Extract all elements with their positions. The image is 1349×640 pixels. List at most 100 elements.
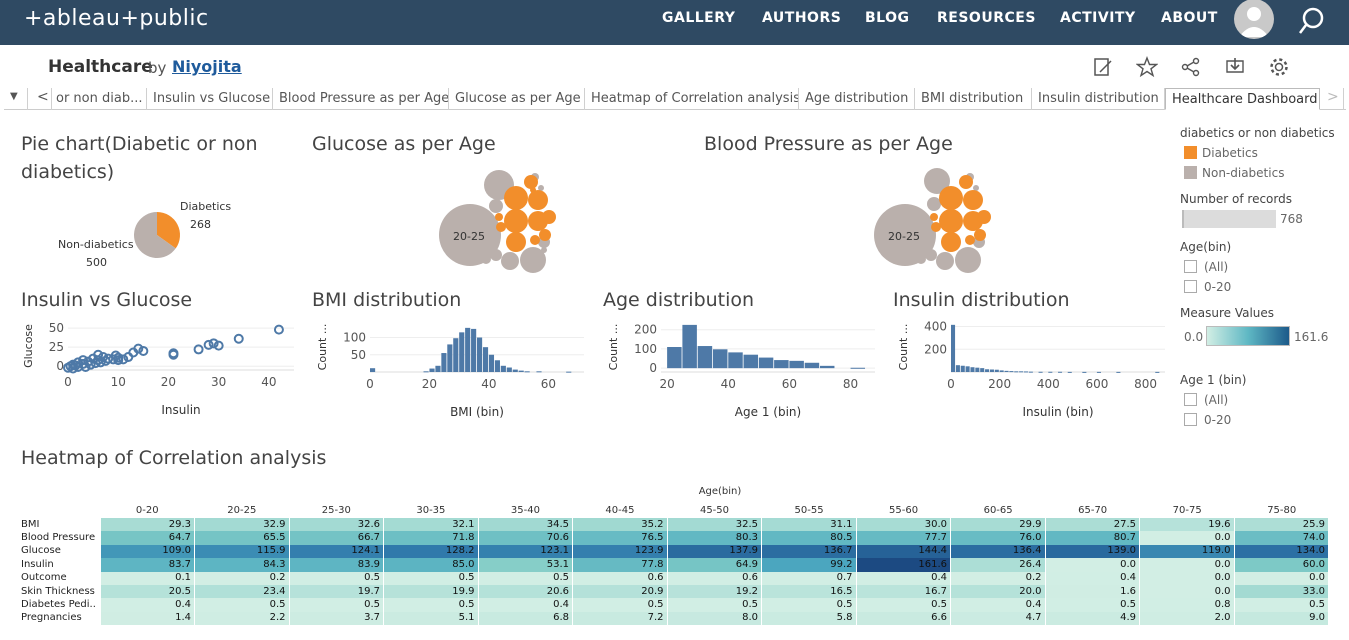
heatmap-cell[interactable]: 84.3 — [194, 558, 290, 572]
bubble[interactable] — [931, 222, 941, 232]
heatmap-cell[interactable]: 53.1 — [478, 558, 573, 572]
heatmap-cell[interactable]: 0.4 — [950, 598, 1046, 612]
agebin-all-checkbox[interactable] — [1184, 260, 1197, 273]
bubble[interactable] — [916, 254, 926, 264]
bubble[interactable] — [504, 186, 528, 210]
tab-menu-button[interactable]: ▼ — [4, 88, 28, 110]
heatmap-cell[interactable]: 1.6 — [1045, 584, 1140, 599]
tab-insulin-vs-glucose[interactable]: Insulin vs Glucose — [147, 88, 273, 110]
heatmap-cell[interactable]: 20.5 — [100, 584, 195, 599]
heatmap-cell[interactable]: 19.6 — [1139, 518, 1235, 532]
bubble[interactable] — [539, 229, 551, 241]
correlation-heatmap[interactable]: BMI 29.3 32.9 32.6 32.1 34.5 35.2 32.5 31.1 30.0 2… — [18, 518, 1329, 626]
heatmap-cell[interactable]: 27.5 — [1045, 518, 1140, 532]
tab-insulin-distribution[interactable]: Insulin distribution — [1032, 88, 1165, 110]
heatmap-cell[interactable]: 6.6 — [856, 611, 951, 626]
bubble[interactable] — [955, 247, 981, 273]
age1-all-checkbox[interactable] — [1184, 393, 1197, 406]
bubble[interactable] — [941, 232, 961, 252]
heatmap-cell[interactable]: 19.9 — [383, 584, 479, 599]
heatmap-cell[interactable]: 0.4 — [1045, 571, 1140, 585]
heatmap-cell[interactable]: 33.0 — [1234, 584, 1329, 599]
heatmap-cell[interactable]: 0.0 — [1139, 531, 1235, 545]
heatmap-cell[interactable]: 85.0 — [383, 558, 479, 572]
heatmap-cell[interactable]: 0.0 — [1139, 558, 1235, 572]
bubble[interactable] — [496, 222, 506, 232]
heatmap-cell[interactable]: 16.7 — [856, 584, 951, 599]
bubble[interactable] — [939, 209, 963, 233]
nav-about[interactable]: ABOUT — [1161, 10, 1218, 26]
heatmap-cell[interactable]: 65.5 — [194, 531, 290, 545]
heatmap-cell[interactable]: 161.6 — [856, 558, 951, 572]
bubble[interactable] — [504, 209, 528, 233]
heatmap-cell[interactable]: 76.0 — [950, 531, 1046, 545]
tab-scroll-left-button[interactable]: < — [30, 88, 52, 110]
bubble[interactable] — [541, 247, 547, 253]
heatmap-cell[interactable]: 119.0 — [1139, 544, 1235, 559]
heatmap-cell[interactable]: 0.5 — [667, 598, 762, 612]
bubble[interactable] — [481, 254, 491, 264]
heatmap-cell[interactable]: 0.0 — [1234, 571, 1329, 585]
legend-label-diabetics[interactable]: Diabetics — [1202, 146, 1258, 160]
heatmap-cell[interactable]: 30.0 — [856, 518, 951, 532]
heatmap-cell[interactable]: 31.1 — [761, 518, 857, 532]
heatmap-cell[interactable]: 80.3 — [667, 531, 762, 545]
download-icon[interactable] — [1224, 56, 1246, 78]
heatmap-cell[interactable]: 80.7 — [1045, 531, 1140, 545]
bubble[interactable] — [506, 232, 526, 252]
heatmap-cell[interactable]: 60.0 — [1234, 558, 1329, 572]
heatmap-cell[interactable]: 83.7 — [100, 558, 195, 572]
bubble[interactable] — [936, 252, 954, 270]
heatmap-cell[interactable]: 77.8 — [572, 558, 668, 572]
nav-activity[interactable]: ACTIVITY — [1060, 10, 1136, 26]
heatmap-cell[interactable]: 9.0 — [1234, 611, 1329, 626]
heatmap-cell[interactable]: 0.5 — [1045, 598, 1140, 612]
heatmap-cell[interactable]: 128.2 — [383, 544, 479, 559]
heatmap-cell[interactable]: 0.8 — [1139, 598, 1235, 612]
nav-resources[interactable]: RESOURCES — [937, 10, 1036, 26]
heatmap-cell[interactable]: 0.5 — [383, 571, 479, 585]
tab-heatmap[interactable]: Heatmap of Correlation analysis — [585, 88, 799, 110]
insulin-histogram[interactable]: 200 400 0 200 400 600 800 Insulin (bin) Count ..… — [893, 318, 1168, 428]
bmi-histogram[interactable]: 50 100 0 20 40 60 BMI (bin) Count ... — [312, 318, 592, 428]
agebin-all-label[interactable]: (All) — [1204, 260, 1228, 274]
heatmap-cell[interactable]: 0.4 — [100, 598, 195, 612]
heatmap-cell[interactable]: 20.9 — [572, 584, 668, 599]
heatmap-cell[interactable]: 0.5 — [1234, 598, 1329, 612]
glucose-bubble-chart[interactable]: 20-25 — [438, 160, 563, 280]
heatmap-cell[interactable]: 2.2 — [194, 611, 290, 626]
heatmap-cell[interactable]: 136.4 — [950, 544, 1046, 559]
heatmap-cell[interactable]: 0.5 — [194, 598, 290, 612]
tab-scroll-right-button[interactable]: > — [1320, 88, 1344, 110]
heatmap-cell[interactable]: 32.6 — [289, 518, 384, 532]
heatmap-cell[interactable]: 26.4 — [950, 558, 1046, 572]
heatmap-cell[interactable]: 23.4 — [194, 584, 290, 599]
heatmap-cell[interactable]: 64.9 — [667, 558, 762, 572]
heatmap-cell[interactable]: 136.7 — [761, 544, 857, 559]
heatmap-cell[interactable]: 124.1 — [289, 544, 384, 559]
heatmap-cell[interactable]: 0.0 — [1139, 571, 1235, 585]
nav-gallery[interactable]: GALLERY — [662, 10, 735, 26]
heatmap-cell[interactable]: 8.0 — [667, 611, 762, 626]
heatmap-cell[interactable]: 2.0 — [1139, 611, 1235, 626]
heatmap-cell[interactable]: 32.9 — [194, 518, 290, 532]
heatmap-cell[interactable]: 123.1 — [478, 544, 573, 559]
legend-swatch-non-diabetics[interactable] — [1184, 166, 1197, 179]
bp-bubble-chart[interactable]: 20-25 — [873, 160, 998, 280]
heatmap-cell[interactable]: 0.2 — [950, 571, 1046, 585]
heatmap-cell[interactable]: 83.9 — [289, 558, 384, 572]
edit-icon[interactable] — [1092, 56, 1114, 78]
heatmap-cell[interactable]: 66.7 — [289, 531, 384, 545]
heatmap-cell[interactable]: 5.1 — [383, 611, 479, 626]
bubble[interactable] — [530, 187, 536, 193]
user-avatar[interactable] — [1234, 0, 1274, 39]
heatmap-cell[interactable]: 137.9 — [667, 544, 762, 559]
heatmap-cell[interactable]: 0.0 — [1045, 558, 1140, 572]
tab-healthcare-dashboard[interactable]: Healthcare Dashboard — [1165, 88, 1320, 110]
heatmap-cell[interactable]: 0.6 — [667, 571, 762, 585]
settings-gear-icon[interactable] — [1268, 56, 1290, 78]
bubble[interactable] — [489, 199, 503, 213]
heatmap-cell[interactable]: 139.0 — [1045, 544, 1140, 559]
bubble[interactable] — [977, 210, 991, 224]
heatmap-cell[interactable]: 0.5 — [289, 571, 384, 585]
